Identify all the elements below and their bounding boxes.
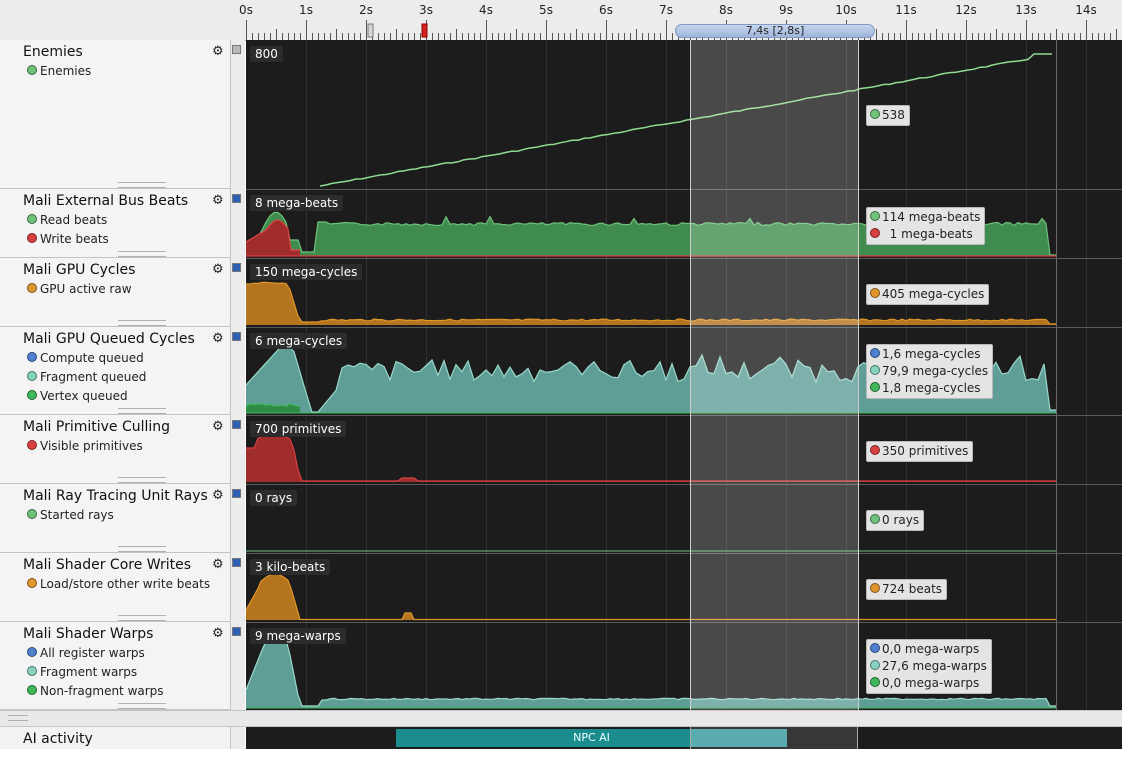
value-color-dot [870,583,880,593]
value-color-dot [870,109,880,119]
panel-resize-strip[interactable] [0,710,1122,727]
value-color-dot [870,288,880,298]
value-text: 114 mega-beats [882,210,981,224]
value-text: 724 beats [882,582,943,596]
value-text: 1,8 mega-cycles [882,381,981,395]
value-color-dot [870,445,880,455]
series-color-toggle[interactable] [232,627,241,636]
selection-value: 350 primitives [870,443,968,460]
value-text: 350 primitives [882,444,969,458]
scale-max-label: 800 [250,46,283,62]
selection-value-box: 1,6 mega-cycles 79,9 mega-cycles 1,8 mega-… [866,344,994,399]
series-color-toggle[interactable] [232,263,241,272]
value-text: 0,0 mega-warps [882,642,980,656]
selection-value-box: 405 mega-cycles [866,284,990,305]
selection-value: 1,8 mega-cycles [870,380,988,397]
selection-value: 1 mega-beats [870,226,980,243]
value-color-dot [870,677,880,687]
series-color-toggle[interactable] [232,558,241,567]
value-text: 538 [882,108,905,122]
value-text: 405 mega-cycles [882,287,985,301]
scale-max-label: 0 rays [250,490,298,506]
scale-max-label: 6 mega-cycles [250,333,348,349]
selection-value: 114 mega-beats [870,209,980,226]
series-color-toggle[interactable] [232,45,241,54]
selection-value-box: 0,0 mega-warps 27,6 mega-warps 0,0 mega-wa… [866,639,992,694]
scale-max-label: 9 mega-warps [250,628,346,644]
selection-value-box: 724 beats [866,579,948,600]
selection-value-box: 538 [866,105,910,126]
activity-selection-overlay [690,727,858,749]
series-color-toggle[interactable] [232,420,241,429]
selection-value: 0,0 mega-warps [870,675,987,692]
selection-value-box: 0 rays [866,510,925,531]
selection-value: 0 rays [870,512,919,529]
series-color-toggle[interactable] [232,489,241,498]
series-color-toggle[interactable] [232,194,241,203]
value-text: 27,6 mega-warps [882,659,987,673]
value-color-dot [870,514,880,524]
selection-value: 724 beats [870,581,942,598]
value-text: 1 mega-beats [882,227,973,241]
value-text: 79,9 mega-cycles [882,364,989,378]
value-text: 0 rays [882,513,920,527]
selection-value: 538 [870,107,905,124]
value-color-dot [870,382,880,392]
scale-max-label: 3 kilo-beats [250,559,331,575]
scale-max-label: 150 mega-cycles [250,264,363,280]
value-color-dot [870,211,880,221]
selection-value-box: 114 mega-beats 1 mega-beats [866,207,986,245]
resize-grip-icon [8,715,28,721]
time-selection-overlay [690,40,858,710]
activity-label: AI activity [23,731,93,747]
scale-max-label: 700 primitives [250,421,347,437]
selection-value: 1,6 mega-cycles [870,346,988,363]
value-text: 0,0 mega-warps [882,676,980,690]
selection-value-box: 350 primitives [866,441,974,462]
value-color-dot [870,660,880,670]
value-color-dot [870,365,880,375]
value-text: 1,6 mega-cycles [882,347,981,361]
value-color-dot [870,228,880,238]
scale-max-label: 8 mega-beats [250,195,344,211]
selection-value: 27,6 mega-warps [870,658,987,675]
selection-value: 405 mega-cycles [870,286,984,303]
value-color-dot [870,643,880,653]
selection-value: 79,9 mega-cycles [870,363,988,380]
empty-area [0,749,1122,772]
value-color-dot [870,348,880,358]
series-color-toggle[interactable] [232,332,241,341]
selection-value: 0,0 mega-warps [870,641,987,658]
